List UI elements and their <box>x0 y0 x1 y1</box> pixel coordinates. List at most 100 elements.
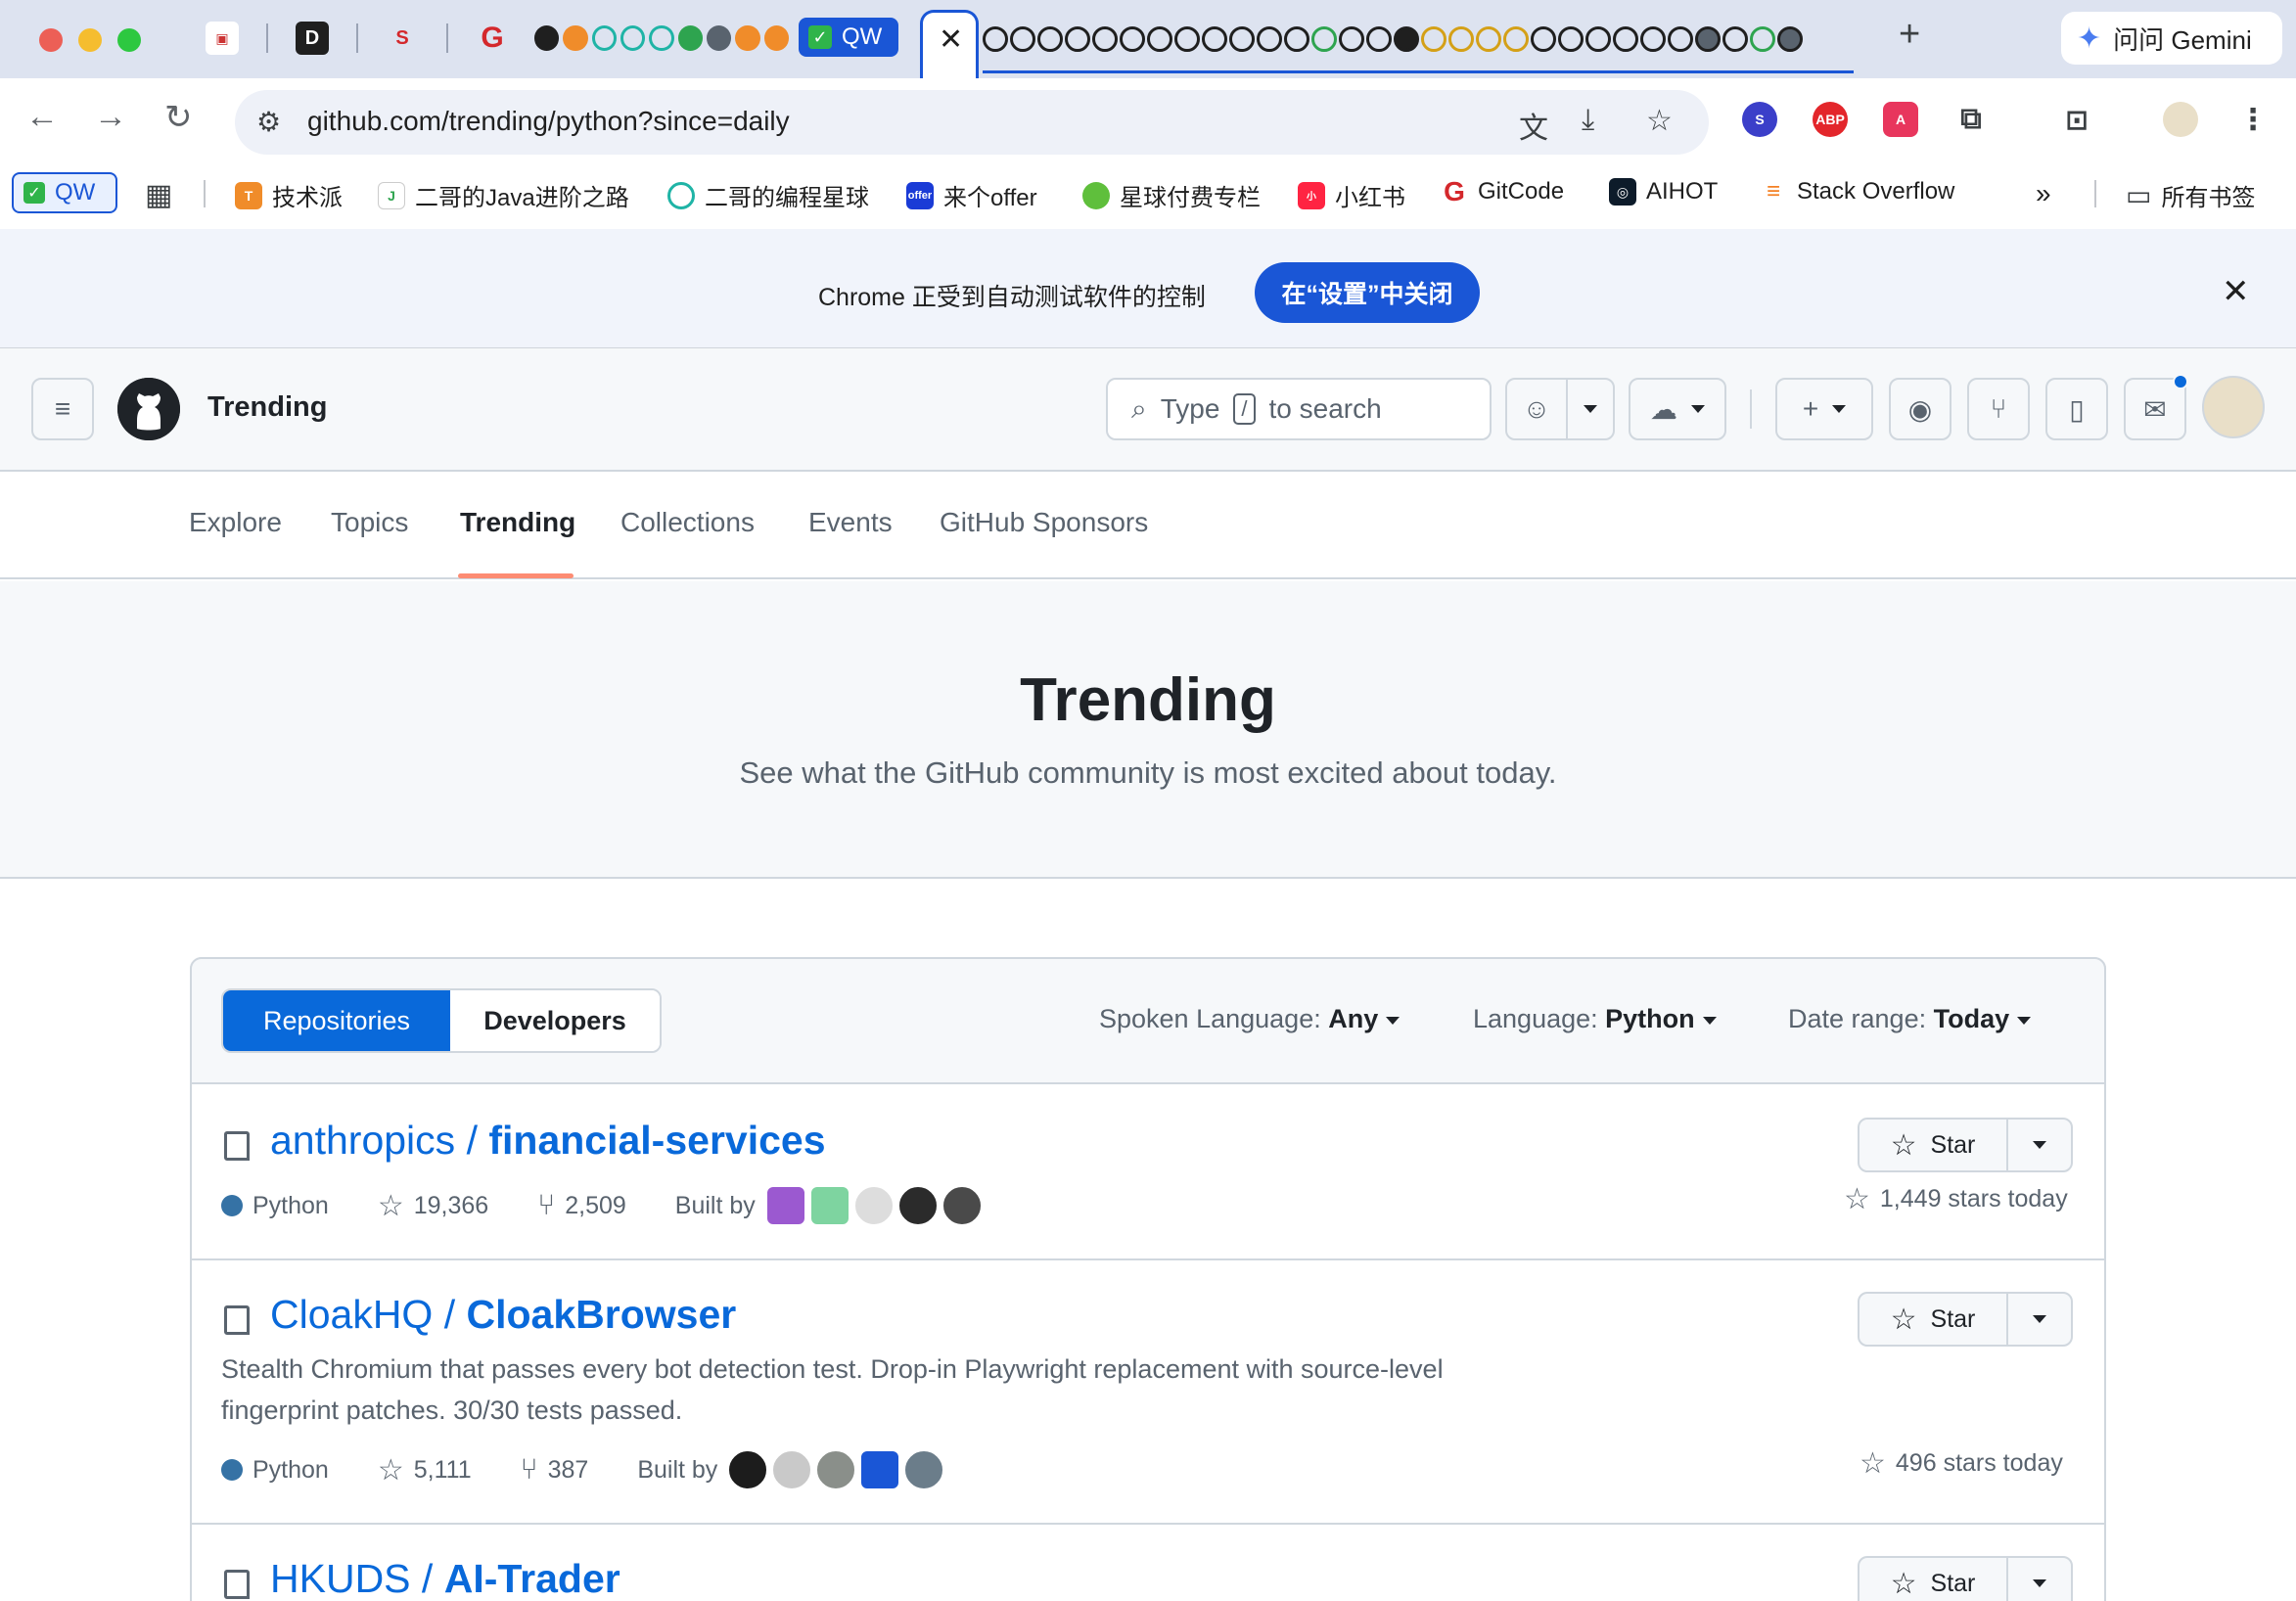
developers-tab[interactable]: Developers <box>450 990 660 1051</box>
tab-favicon-gitcode[interactable]: G <box>476 22 509 55</box>
avatar[interactable] <box>852 1185 895 1226</box>
bookmark-item[interactable]: 小小红书 <box>1298 178 1405 212</box>
date-range-filter[interactable]: Date range: Today <box>1788 1004 2032 1034</box>
bookmark-item[interactable]: T 技术派 <box>235 178 343 212</box>
language-color-dot <box>221 1459 243 1481</box>
repo-forks[interactable]: 387 <box>548 1456 589 1485</box>
avatar[interactable] <box>941 1185 983 1226</box>
subnav-trending[interactable]: Trending <box>460 507 575 538</box>
repo-stars[interactable]: 5,111 <box>414 1456 472 1485</box>
star-button[interactable]: ☆ Star <box>1858 1556 2073 1601</box>
star-main[interactable]: ☆ Star <box>1860 1294 2008 1345</box>
bookmarks-overflow-button[interactable]: » <box>2036 178 2051 209</box>
avatar[interactable] <box>815 1449 857 1490</box>
maximize-window-button[interactable] <box>117 28 141 52</box>
extensions-puzzle-icon[interactable]: ⧉ <box>1953 102 1989 137</box>
extension-icon-1[interactable]: S <box>1742 102 1777 137</box>
adblock-icon[interactable]: ABP <box>1813 102 1848 137</box>
tab-qw[interactable]: ✓ QW <box>799 18 898 57</box>
repo-title-link[interactable]: CloakHQ / CloakBrowser <box>270 1292 736 1338</box>
repo-forks[interactable]: 2,509 <box>565 1192 626 1220</box>
search-input[interactable]: ⌕ Type / to search <box>1106 378 1492 440</box>
star-list-dropdown[interactable] <box>2008 1120 2071 1170</box>
profile-avatar[interactable] <box>2163 102 2198 137</box>
gemini-button[interactable]: ✦ 问问 Gemini <box>2061 12 2282 65</box>
repo-icon <box>224 1305 250 1335</box>
close-window-button[interactable] <box>39 28 63 52</box>
bookmark-item[interactable]: J 二哥的Java进阶之路 <box>378 178 629 212</box>
all-bookmarks-button[interactable]: ▭ 所有书签 <box>2126 178 2255 212</box>
subnav-sponsors[interactable]: GitHub Sponsors <box>940 507 1148 538</box>
repo-stars[interactable]: 19,366 <box>414 1192 488 1220</box>
repo-title-link[interactable]: anthropics / financial-services <box>270 1118 826 1164</box>
bookmark-item[interactable]: 星球付费专栏 <box>1082 178 1261 212</box>
bookmark-item[interactable]: G GitCode <box>1441 176 1564 206</box>
translate-extension-icon[interactable]: A <box>1883 102 1918 137</box>
star-main[interactable]: ☆ Star <box>1860 1558 2008 1601</box>
avatar[interactable] <box>764 1185 806 1226</box>
repo-title-link[interactable]: HKUDS / AI-Trader <box>270 1556 620 1601</box>
tab-search-icon[interactable]: ⊡ <box>2059 102 2094 137</box>
new-tab-button[interactable]: + <box>1899 14 1920 56</box>
infobar-close-icon[interactable]: ✕ <box>2222 272 2250 311</box>
subnav-topics[interactable]: Topics <box>331 507 408 538</box>
site-info-icon[interactable]: ⚙ <box>256 106 281 138</box>
avatar[interactable] <box>903 1449 945 1490</box>
pinned-tab-group[interactable] <box>983 22 1863 57</box>
reload-button[interactable]: ↻ <box>164 98 193 137</box>
create-new-button[interactable]: + <box>1775 378 1873 440</box>
automation-settings-button[interactable]: 在“设置”中关闭 <box>1255 262 1480 323</box>
tab-favicon-2[interactable]: D <box>296 22 329 55</box>
codespaces-button[interactable]: ☁ <box>1629 378 1726 440</box>
avatar[interactable] <box>808 1185 850 1226</box>
star-main[interactable]: ☆ Star <box>1860 1120 2008 1170</box>
install-app-icon[interactable]: ⤓ <box>1582 104 1594 137</box>
close-tab-icon[interactable]: ✕ <box>939 23 963 57</box>
active-tab[interactable]: ✕ <box>920 10 979 78</box>
hero-subtitle: See what the GitHub community is most ex… <box>739 755 1557 790</box>
tab-favicon-group[interactable] <box>534 22 789 55</box>
menu-kebab-icon[interactable]: ⋮ <box>2235 102 2271 137</box>
avatar[interactable] <box>771 1449 813 1490</box>
bookmark-item[interactable]: 二哥的编程星球 <box>667 178 869 212</box>
subnav-events[interactable]: Events <box>808 507 893 538</box>
copilot-icon[interactable]: ☺ <box>1505 378 1568 440</box>
bookmark-favicon: ≡ <box>1766 178 1780 205</box>
spoken-language-filter[interactable]: Spoken Language: Any <box>1099 1004 1401 1034</box>
repositories-icon[interactable]: ▯ <box>2045 378 2108 440</box>
url-text[interactable]: github.com/trending/python?since=daily <box>307 106 790 137</box>
address-bar[interactable]: ⚙ github.com/trending/python?since=daily <box>235 90 1709 155</box>
user-avatar[interactable] <box>2202 376 2265 438</box>
star-button[interactable]: ☆ Star <box>1858 1292 2073 1347</box>
subnav-explore[interactable]: Explore <box>189 507 282 538</box>
tab-favicon-1[interactable]: ▣ <box>206 22 239 55</box>
bookmark-item[interactable]: offer 来个offer <box>906 178 1037 212</box>
bookmark-item[interactable]: ◎ AIHOT <box>1609 178 1718 206</box>
bookmark-qw[interactable]: ✓ QW <box>12 172 117 213</box>
tab-favicon-3[interactable]: S <box>386 22 419 55</box>
hamburger-menu-button[interactable]: ≡ <box>31 378 94 440</box>
avatar[interactable] <box>896 1185 939 1226</box>
bookmark-item[interactable]: ≡ Stack Overflow <box>1760 178 1954 206</box>
subnav-collections[interactable]: Collections <box>620 507 755 538</box>
copilot-dropdown-button[interactable] <box>1566 378 1615 440</box>
repositories-tab[interactable]: Repositories <box>223 990 450 1051</box>
chevron-down-icon <box>2033 1579 2046 1587</box>
star-list-dropdown[interactable] <box>2008 1294 2071 1345</box>
minimize-window-button[interactable] <box>78 28 102 52</box>
translate-icon[interactable]: 文 <box>1519 104 1548 147</box>
pull-requests-icon[interactable]: ⑂ <box>1967 378 2030 440</box>
bookmark-star-icon[interactable]: ☆ <box>1646 104 1673 138</box>
github-logo-icon[interactable] <box>117 378 180 440</box>
language-filter[interactable]: Language: Python <box>1473 1004 1717 1034</box>
star-list-dropdown[interactable] <box>2008 1558 2071 1601</box>
avatar[interactable] <box>859 1449 901 1490</box>
issues-icon[interactable]: ◉ <box>1889 378 1952 440</box>
star-button[interactable]: ☆ Star <box>1858 1118 2073 1172</box>
avatar[interactable] <box>727 1449 769 1490</box>
bookmark-favicon: J <box>378 181 405 209</box>
back-button[interactable]: ← <box>25 98 59 136</box>
forward-button[interactable]: → <box>94 98 127 136</box>
bookmark-separator <box>204 180 206 207</box>
apps-grid-icon[interactable]: ▦ <box>145 178 172 212</box>
